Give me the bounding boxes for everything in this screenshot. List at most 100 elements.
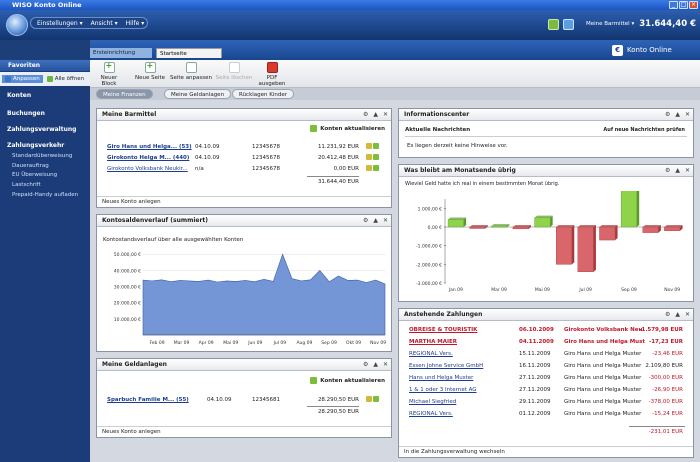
sidebar-item-buchungen[interactable]: Buchungen [0,108,90,120]
gear-icon[interactable]: ⚙ [665,167,670,174]
open-all-button[interactable]: Alle öffnen [46,76,84,82]
transfer-icon[interactable] [366,165,372,171]
new-block-button[interactable]: Neuer Block [94,61,124,87]
delete-page-button[interactable]: Seite löschen [215,62,253,86]
bar-side [571,225,575,265]
new-page-icon [144,61,156,73]
sidebar-sub-standard[interactable]: Standardüberweisung [12,153,72,159]
account-amount: 28.290,50 EUR [317,397,359,403]
table-row: Essen Johne Service GmbH 16.11.2009 Giro H… [409,362,687,371]
refresh-icon[interactable] [373,143,379,149]
x-tick-label: Mai 09 [535,287,550,293]
new-page-button[interactable]: Neue Seite [132,61,168,86]
sidebar-sub-lastschrift[interactable]: Lastschrift [12,182,41,188]
refresh-icon[interactable] [373,396,379,402]
panel-balance-history: Kontosaldenverlauf (summiert) ⚙ ▲ ✕ Kontos… [96,214,392,352]
payment-account: Giro Hans und Helga Muster [564,351,642,357]
gear-icon[interactable]: ⚙ [363,111,368,118]
sidebar-item-konten[interactable]: Konten [0,90,90,102]
sidebar-sub-prepaid[interactable]: Prepaid-Handy aufladen [12,192,78,198]
payment-account: Giro Hans und Helga Muster [564,375,642,381]
subtab-finances[interactable]: Meine Finanzen [96,89,153,99]
payee-link[interactable]: Essen Johne Service GmbH [409,362,483,371]
payment-amount: -26,90 EUR [652,387,683,393]
table-row: Hans und Helga Muster 27.11.2009 Giro Hans… [409,374,687,383]
tab-start[interactable]: Startseite [156,48,222,58]
collapse-icon[interactable]: ▲ [675,311,680,318]
new-account-link[interactable]: Neues Konto anlegen [97,196,391,207]
account-link[interactable]: Sparbuch Familie M... (55) [107,396,189,405]
refresh-icon[interactable] [373,165,379,171]
account-amount: 11.231,92 EUR [317,144,359,150]
sidebar-sub-eu[interactable]: EU Überweisung [12,172,57,178]
gear-icon[interactable]: ⚙ [363,217,368,224]
pdf-button[interactable]: PDF ausgeben [256,62,288,87]
collapse-icon[interactable]: ▲ [675,111,680,118]
close-icon[interactable]: ✕ [685,311,690,318]
app-logo-icon[interactable] [6,14,28,36]
transfer-icon[interactable] [366,143,372,149]
balance-area-chart: 10.000,00 € 20.000,00 € 30.000,00 € 40.000,… [114,252,386,346]
bar [534,217,551,228]
gear-icon[interactable]: ⚙ [665,111,670,118]
sidebar-sub-dauerauftrag[interactable]: Dauerauftrag [12,163,49,169]
payee-link[interactable]: 1 & 1 oder 3 Internet AG [409,386,477,395]
x-tick-label: Aug 09 [296,340,312,346]
payment-account: Giro Hans und Helga Must [564,339,645,345]
menu-view[interactable]: Ansicht ▾ [91,20,118,27]
check-news-link[interactable]: Auf neue Nachrichten prüfen [603,127,685,133]
menu-settings[interactable]: Einstellungen ▾ [37,20,83,27]
update-accounts-button[interactable]: Konten aktualisieren [310,377,385,384]
gear-icon[interactable]: ⚙ [363,361,368,368]
accounts-icon[interactable] [563,18,574,30]
payee-link[interactable]: Hans und Helga Muster [409,374,473,383]
sidebar-item-zahlungsverkehr[interactable]: Zahlungsverkehr [0,140,90,152]
close-icon[interactable]: ✕ [383,361,388,368]
update-accounts-button[interactable]: Konten aktualisieren [310,125,385,132]
panel-controls: ⚙ ▲ ✕ [665,167,690,174]
sidebar [0,60,90,462]
collapse-icon[interactable]: ▲ [373,361,378,368]
payee-link[interactable]: MARTHA MAIER [409,338,457,347]
subtab-investments[interactable]: Meine Geldanlagen [164,89,232,99]
new-account-link[interactable]: Neues Konto anlegen [97,426,391,437]
collapse-icon[interactable]: ▲ [373,217,378,224]
sidebar-item-zahlungsverwaltung[interactable]: Zahlungsverwaltung [0,124,90,136]
account-selector[interactable]: Meine Barmittel ▾ [586,21,634,27]
close-icon[interactable]: ✕ [685,111,690,118]
payee-link[interactable]: REGIONAL Vers. [409,350,453,359]
customize-button[interactable]: Anpassen [2,75,43,83]
panel-monthly-remainder: Was bleibt am Monatsende übrig ⚙ ▲ ✕ Wievi… [398,164,694,302]
account-link[interactable]: Girokonto Volksbank Neukir... [107,165,188,174]
new-block-icon [103,61,115,73]
close-icon[interactable]: ✕ [383,217,388,224]
subtab-reserves[interactable]: Rücklagen Kinder [232,89,295,99]
refresh-icon[interactable] [373,154,379,160]
close-icon[interactable]: ✕ [383,111,388,118]
tab-setup[interactable]: Ersteinrichtung [90,48,152,58]
minimize-button[interactable]: _ [669,1,678,9]
panel-cash: Meine Barmittel ⚙ ▲ ✕ Konten aktualisieren… [96,108,392,208]
x-tick-label: Feb 09 [149,340,164,346]
collapse-icon[interactable]: ▲ [675,167,680,174]
sidebar-favorites[interactable]: Favoriten [0,60,90,71]
account-link[interactable]: Giro Hans und Helga... (53) [107,143,192,152]
close-button[interactable]: × [689,1,698,9]
bar-top [599,225,618,227]
payee-link[interactable]: OBREISE & TOURISTIK [409,326,477,335]
wallet-icon[interactable] [548,18,559,30]
payee-link[interactable]: Michael Siegfried [409,398,456,407]
panel-controls: ⚙ ▲ ✕ [363,217,388,224]
collapse-icon[interactable]: ▲ [373,111,378,118]
payee-link[interactable]: REGIONAL Vers. [409,410,453,419]
transfer-icon[interactable] [366,154,372,160]
account-link[interactable]: Girokonto Helga M... (440) [107,154,189,163]
transfer-icon[interactable] [366,396,372,402]
payment-management-link[interactable]: In die Zahlungsverwaltung wechseln [399,446,693,457]
maximize-button[interactable]: □ [679,1,688,9]
gear-icon[interactable]: ⚙ [665,311,670,318]
y-tick-label: -2.000,00 € [416,262,442,268]
close-icon[interactable]: ✕ [685,167,690,174]
customize-page-button[interactable]: Seite anpassen [170,62,212,86]
menu-help[interactable]: Hilfe ▾ [126,20,145,27]
